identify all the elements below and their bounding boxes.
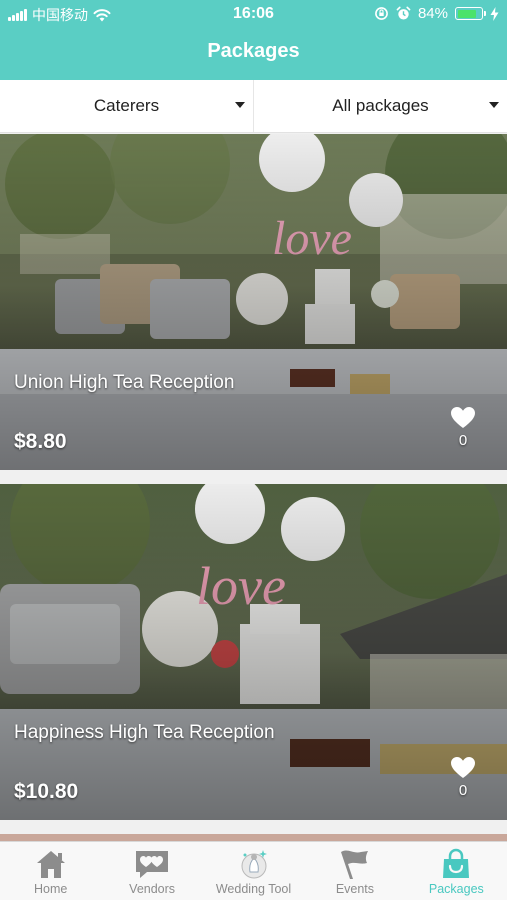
charging-bolt-icon xyxy=(490,6,499,21)
caret-down-icon xyxy=(489,102,499,108)
packages-filter-dropdown[interactable]: All packages xyxy=(253,80,507,132)
tab-packages-label: Packages xyxy=(428,882,484,896)
package-photo: love xyxy=(0,484,507,820)
battery-percent: 84% xyxy=(417,5,448,22)
caterers-filter-dropdown[interactable]: Caterers xyxy=(0,80,253,132)
tab-events-label: Events xyxy=(335,882,375,896)
tab-vendors[interactable]: Vendors xyxy=(101,842,202,900)
packages-filter-label: All packages xyxy=(332,96,429,115)
tab-home[interactable]: Home xyxy=(0,842,101,900)
flag-icon xyxy=(340,850,368,879)
heart-icon xyxy=(451,757,475,778)
bottom-tab-bar: Home Vendors Wedding Tool Events Package… xyxy=(0,841,507,900)
house-icon xyxy=(36,851,65,878)
filter-bar: Caterers All packages xyxy=(0,80,507,133)
like-count: 0 xyxy=(458,432,468,449)
tab-wedding-tool-label: Wedding Tool xyxy=(215,882,292,896)
package-photo: love xyxy=(0,134,507,470)
rotation-lock-icon xyxy=(375,7,388,20)
battery-icon xyxy=(455,7,486,20)
caret-down-icon xyxy=(235,102,245,108)
page-title: Packages xyxy=(207,40,300,62)
like-button[interactable]: 0 xyxy=(449,756,477,799)
wedding-tool-icon xyxy=(241,850,267,879)
caterers-filter-label: Caterers xyxy=(93,96,160,115)
alarm-icon xyxy=(396,6,411,20)
tab-home-label: Home xyxy=(34,882,68,896)
package-card[interactable]: love Union High Tea Reception $8.80 0 xyxy=(0,134,507,470)
heart-icon xyxy=(451,407,475,428)
package-card[interactable]: love Happiness High Tea Reception $10.80… xyxy=(0,484,507,820)
vendors-hearts-icon xyxy=(136,851,169,878)
package-title: Happiness High Tea Reception xyxy=(14,722,275,743)
package-title: Union High Tea Reception xyxy=(14,372,235,393)
tab-vendors-label: Vendors xyxy=(129,882,176,896)
shopping-bag-icon xyxy=(443,848,470,878)
like-button[interactable]: 0 xyxy=(449,406,477,449)
status-right: 84% xyxy=(374,5,499,22)
package-price: $10.80 xyxy=(14,780,79,803)
status-bar: 中国移动 16:06 84% xyxy=(0,0,507,28)
tab-events[interactable]: Events xyxy=(304,842,405,900)
package-price: $8.80 xyxy=(14,430,67,453)
like-count: 0 xyxy=(458,782,468,799)
tab-wedding-tool[interactable]: Wedding Tool xyxy=(203,842,304,900)
tab-packages[interactable]: Packages xyxy=(406,842,507,900)
app-header: 中国移动 16:06 84% Packages xyxy=(0,0,507,80)
